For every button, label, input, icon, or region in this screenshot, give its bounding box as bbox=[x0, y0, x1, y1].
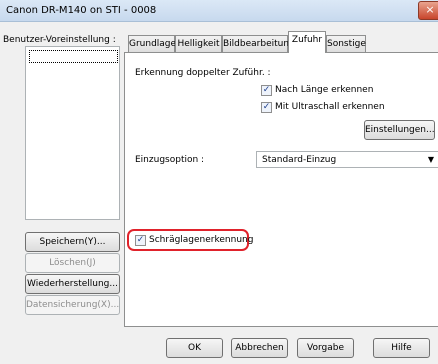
skew-detection-checkbox[interactable]: ✓ bbox=[135, 235, 146, 246]
ultrasonic-detection-checkbox[interactable]: ✓ bbox=[261, 102, 272, 113]
check-icon: ✓ bbox=[136, 235, 145, 245]
delete-preset-button[interactable]: Löschen(J) bbox=[25, 253, 120, 273]
tab-grundlage[interactable]: Grundlage bbox=[128, 35, 176, 52]
window-title: Canon DR-M140 on STI - 0008 bbox=[6, 5, 157, 16]
preset-label: Benutzer-Voreinstellung : bbox=[3, 35, 116, 45]
skew-detection-label: Schräglagenerkennung bbox=[149, 235, 254, 245]
feed-option-label: Einzugsoption : bbox=[135, 155, 205, 165]
tab-helligkeit[interactable]: Helligkeit bbox=[175, 35, 222, 52]
preset-list-focus-item[interactable] bbox=[29, 50, 118, 63]
settings-button[interactable]: Einstellungen... bbox=[364, 120, 435, 140]
tab-sonstige[interactable]: Sonstige bbox=[326, 35, 366, 52]
feed-option-value: Standard-Einzug bbox=[262, 155, 337, 165]
check-icon: ✓ bbox=[262, 102, 271, 112]
close-icon[interactable]: × bbox=[418, 1, 438, 20]
check-icon: ✓ bbox=[262, 85, 271, 95]
backup-button[interactable]: Datensicherung(X)... bbox=[25, 295, 120, 315]
feed-option-dropdown[interactable]: Standard-Einzug ▼ bbox=[256, 151, 438, 168]
ok-button[interactable]: OK bbox=[166, 338, 223, 358]
ultrasonic-detection-label: Mit Ultraschall erkennen bbox=[275, 102, 385, 112]
help-button[interactable]: Hilfe bbox=[373, 338, 430, 358]
title-bar: Canon DR-M140 on STI - 0008 × bbox=[0, 0, 438, 22]
default-button[interactable]: Vorgabe bbox=[297, 338, 354, 358]
chevron-down-icon: ▼ bbox=[427, 155, 434, 164]
cancel-button[interactable]: Abbrechen bbox=[231, 338, 288, 358]
restore-button[interactable]: Wiederherstellung... bbox=[25, 274, 120, 294]
tab-bildbearbeitung[interactable]: Bildbearbeitung bbox=[222, 35, 295, 52]
tab-zufuhr[interactable]: Zufuhr bbox=[288, 31, 326, 53]
length-detection-label: Nach Länge erkennen bbox=[275, 85, 374, 95]
preset-list[interactable] bbox=[25, 46, 120, 220]
length-detection-checkbox[interactable]: ✓ bbox=[261, 85, 272, 96]
double-feed-label: Erkennung doppelter Zuführ. : bbox=[135, 68, 271, 78]
save-preset-button[interactable]: Speichern(Y)... bbox=[25, 232, 120, 252]
